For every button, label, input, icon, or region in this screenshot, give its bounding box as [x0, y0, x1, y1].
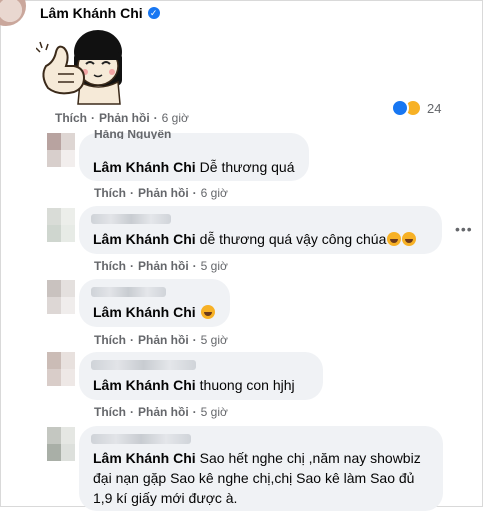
laughing-emoji-icon — [387, 232, 402, 246]
separator-dot: · — [192, 405, 197, 419]
post-author[interactable]: Lâm Khánh Chi ✓ — [40, 5, 160, 21]
comment-actions: Thích · Phản hồi · 6 giờ — [94, 186, 228, 200]
more-options-icon[interactable]: ••• — [455, 221, 473, 237]
blurred-commenter-name[interactable] — [91, 360, 196, 370]
separator-dot: · — [130, 259, 134, 273]
comment-reply-link[interactable]: Phản hồi — [138, 405, 189, 419]
commenter-avatar[interactable] — [47, 133, 75, 167]
reaction-count: 24 — [427, 100, 442, 116]
comment-like-link[interactable]: Thích — [94, 259, 126, 273]
commenter-avatar[interactable] — [47, 280, 75, 314]
author-avatar[interactable] — [0, 0, 38, 26]
comment-body-line: đại nạn gặp Sao kê nghe chị,chị Sao kê l… — [93, 470, 415, 486]
thumbs-up-sticker-image — [36, 30, 122, 105]
comment-time[interactable]: 5 giờ — [201, 405, 228, 419]
separator-dot: · — [153, 111, 158, 125]
comment-time[interactable]: 5 giờ — [201, 333, 228, 347]
comment-like-link[interactable]: Thích — [94, 186, 126, 200]
laughing-emoji-icon — [402, 232, 417, 246]
rolling-laughing-emoji-icon — [200, 305, 215, 319]
mention-link[interactable]: Lâm Khánh Chi — [93, 377, 196, 393]
comment-text: Lâm Khánh Chi Sao hết nghe chị ,năm nay s… — [93, 448, 438, 508]
comment-time[interactable]: 6 giờ — [201, 186, 228, 200]
comment-text: Lâm Khánh Chi dễ thương quá vậy công chúa — [93, 229, 417, 249]
post-time[interactable]: 6 giờ — [162, 111, 189, 125]
comment-body-line: Sao hết nghe chị ,năm nay showbiz — [199, 450, 421, 466]
comment-actions: Thích · Phản hồi · 5 giờ — [94, 333, 228, 347]
commenter-avatar[interactable] — [47, 208, 75, 242]
separator-dot: · — [130, 333, 134, 347]
separator-dot: · — [91, 111, 95, 125]
mention-link[interactable]: Lâm Khánh Chi — [93, 231, 196, 247]
separator-dot: · — [130, 186, 134, 200]
comment-text: Lâm Khánh Chi — [93, 302, 215, 322]
mention-link[interactable]: Lâm Khánh Chi — [93, 159, 196, 175]
comment-like-link[interactable]: Thích — [94, 405, 126, 419]
separator-dot: · — [192, 333, 197, 347]
blurred-commenter-name[interactable] — [91, 434, 191, 444]
comment-reply-link[interactable]: Phản hồi — [138, 333, 189, 347]
comment-actions: Thích · Phản hồi · 5 giờ — [94, 259, 228, 273]
comment-body: dễ thương quá vậy công chúa — [199, 231, 387, 247]
post-author-name[interactable]: Lâm Khánh Chi — [40, 5, 143, 21]
like-reaction-icon — [391, 99, 409, 117]
blurred-commenter-name[interactable] — [91, 287, 166, 297]
comment-time[interactable]: 5 giờ — [201, 259, 228, 273]
post-actions: Thích · Phản hồi · 6 giờ — [55, 111, 189, 125]
comment-like-link[interactable]: Thích — [94, 333, 126, 347]
post-like-link[interactable]: Thích — [55, 111, 87, 125]
comment-body-line: 1,9 kí giấy mới được à. — [93, 490, 238, 506]
separator-dot: · — [130, 405, 134, 419]
mention-link[interactable]: Lâm Khánh Chi — [93, 450, 196, 466]
commenter-name[interactable]: Hằng Nguyễn — [94, 130, 171, 139]
separator-dot: · — [192, 186, 197, 200]
commenter-avatar[interactable] — [47, 352, 75, 386]
comment-reply-link[interactable]: Phản hồi — [138, 259, 189, 273]
comment-body: Dễ thương quá — [199, 159, 295, 175]
mention-link[interactable]: Lâm Khánh Chi — [93, 304, 196, 320]
comment-body: thuong con hjhj — [199, 377, 295, 393]
commenter-avatar[interactable] — [47, 427, 75, 461]
verified-badge-icon: ✓ — [147, 7, 160, 19]
blurred-commenter-name[interactable] — [91, 214, 171, 224]
comment-text: Lâm Khánh Chi Dễ thương quá — [93, 157, 295, 177]
comment-reply-link[interactable]: Phản hồi — [138, 186, 189, 200]
post-reply-link[interactable]: Phản hồi — [99, 111, 150, 125]
separator-dot: · — [192, 259, 197, 273]
comment-actions: Thích · Phản hồi · 5 giờ — [94, 405, 228, 419]
comment-text: Lâm Khánh Chi thuong con hjhj — [93, 375, 295, 395]
reactions-summary[interactable]: 24 — [391, 99, 441, 117]
